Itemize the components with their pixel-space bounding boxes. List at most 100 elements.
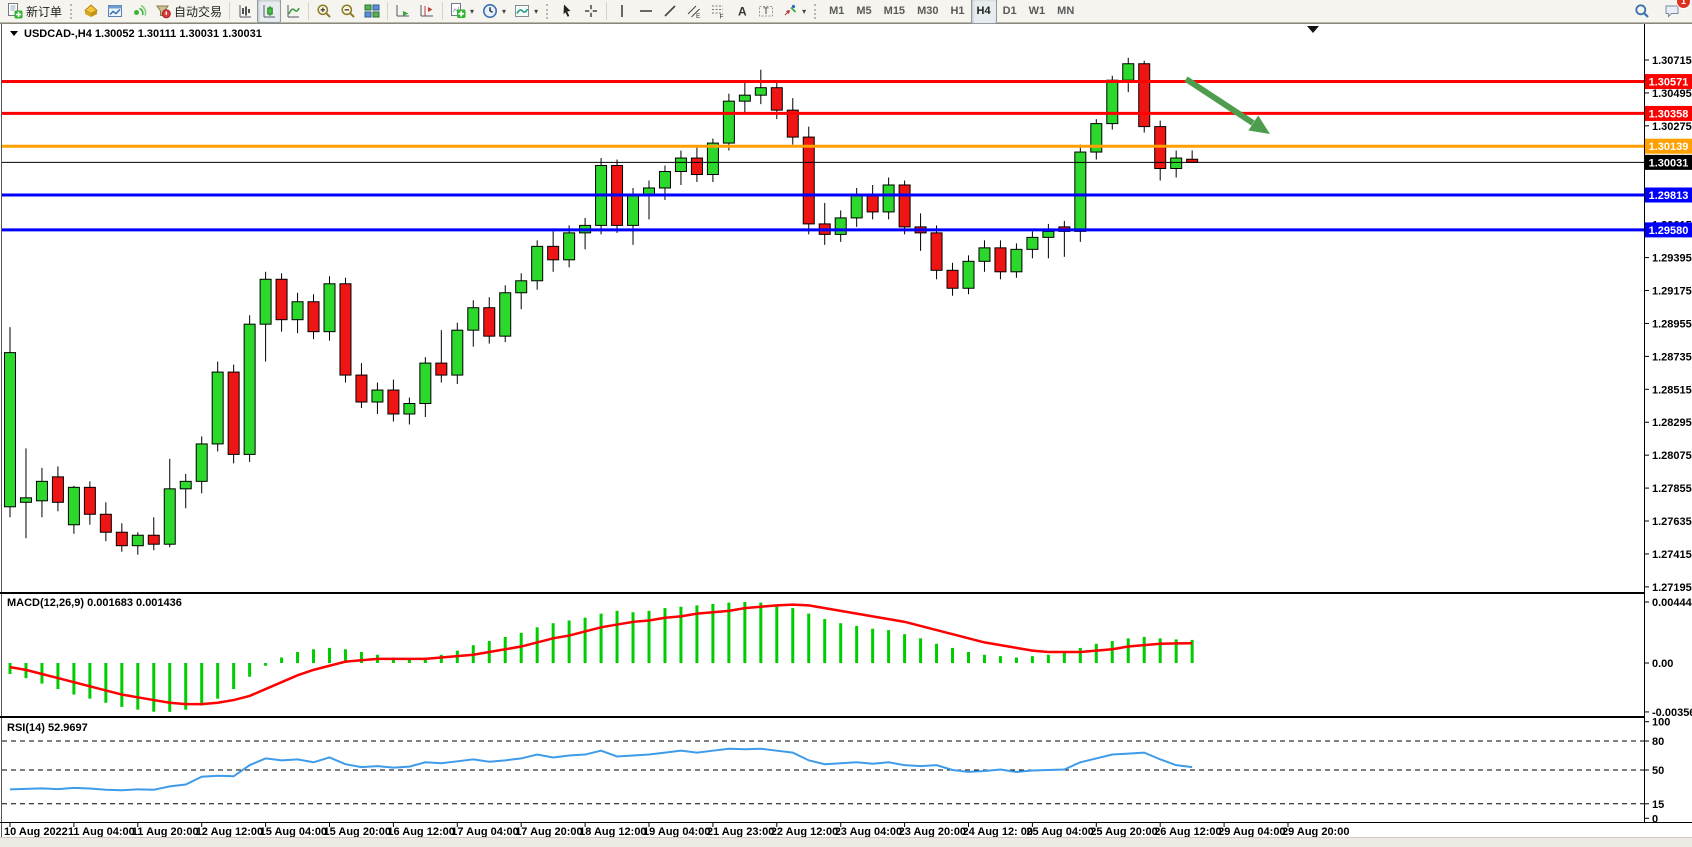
arrows-button[interactable]: ▾ bbox=[778, 0, 810, 23]
periods-button[interactable]: ▾ bbox=[478, 0, 510, 23]
line-chart-button[interactable] bbox=[281, 0, 305, 23]
timeframe-button-h1[interactable]: H1 bbox=[944, 0, 970, 24]
macd-histogram-bar bbox=[1015, 658, 1018, 663]
macd-histogram-bar bbox=[88, 663, 91, 699]
macd-histogram-bar bbox=[280, 658, 283, 663]
text-label-button[interactable]: T bbox=[754, 0, 778, 23]
macd-histogram-bar bbox=[1127, 638, 1130, 663]
price-tick-label: 1.30275 bbox=[1652, 121, 1692, 133]
signals-button[interactable] bbox=[127, 0, 151, 23]
price-level-badge-label: 1.30358 bbox=[1649, 108, 1689, 120]
macd-histogram-bar bbox=[887, 630, 890, 663]
bear-candle bbox=[340, 284, 351, 375]
macd-histogram-bar bbox=[1063, 652, 1066, 663]
clock-icon bbox=[482, 3, 498, 19]
line-chart-icon bbox=[285, 3, 301, 19]
timeframe-button-w1[interactable]: W1 bbox=[1023, 0, 1052, 24]
text-button[interactable]: A bbox=[730, 0, 754, 23]
market-window-button[interactable] bbox=[103, 0, 127, 23]
bear-candle bbox=[100, 514, 111, 532]
bull-candle bbox=[516, 281, 527, 293]
bar-chart-button[interactable] bbox=[233, 0, 257, 23]
trendline-button[interactable] bbox=[658, 0, 682, 23]
bar-chart-icon bbox=[237, 3, 253, 19]
macd-histogram-bar bbox=[648, 611, 651, 663]
macd-histogram-bar bbox=[312, 649, 315, 663]
candlestick-button[interactable] bbox=[257, 0, 281, 23]
bull-candle bbox=[20, 498, 31, 502]
vertical-line-button[interactable] bbox=[610, 0, 634, 23]
chart-shift-button[interactable] bbox=[415, 0, 439, 23]
fibonacci-button[interactable]: F bbox=[706, 0, 730, 23]
price-tick-label: 1.29175 bbox=[1652, 286, 1692, 298]
price-tick-label: 1.27415 bbox=[1652, 549, 1692, 561]
zoom-out-button[interactable] bbox=[336, 0, 360, 23]
macd-histogram-bar bbox=[184, 663, 187, 710]
bear-candle bbox=[228, 372, 239, 454]
macd-axis-label: 0.004446 bbox=[1652, 597, 1692, 609]
chevron-down-icon[interactable]: ▾ bbox=[470, 7, 474, 16]
indicators-button[interactable]: ▾ bbox=[446, 0, 478, 23]
search-icon bbox=[1634, 3, 1650, 19]
macd-histogram-bar bbox=[264, 663, 267, 666]
bull-candle bbox=[324, 284, 335, 332]
timeframe-button-mn[interactable]: MN bbox=[1051, 0, 1080, 24]
macd-histogram-bar bbox=[807, 614, 810, 663]
bear-candle bbox=[84, 487, 95, 514]
tile-windows-button[interactable] bbox=[360, 0, 384, 23]
auto-scroll-button[interactable] bbox=[391, 0, 415, 23]
timeframe-button-m1[interactable]: M1 bbox=[823, 0, 850, 24]
timeframe-button-m15[interactable]: M15 bbox=[878, 0, 911, 24]
timeframe-button-d1[interactable]: D1 bbox=[997, 0, 1023, 24]
charts-stack-button[interactable] bbox=[79, 0, 103, 23]
equidistant-channel-button[interactable]: E bbox=[682, 0, 706, 23]
price-tick-label: 1.27635 bbox=[1652, 516, 1692, 528]
macd-histogram-bar bbox=[584, 618, 587, 663]
bull-candle bbox=[1091, 124, 1102, 152]
crosshair-button[interactable] bbox=[579, 0, 603, 23]
timeframe-button-h4[interactable]: H4 bbox=[971, 0, 997, 24]
horizontal-line-button[interactable] bbox=[634, 0, 658, 23]
templates-button[interactable]: ▾ bbox=[510, 0, 542, 23]
macd-histogram-bar bbox=[1159, 638, 1162, 663]
template-icon bbox=[514, 3, 530, 19]
bull-candle bbox=[404, 404, 415, 414]
bear-candle bbox=[356, 375, 367, 402]
macd-histogram-bar bbox=[775, 605, 778, 663]
signal-icon bbox=[131, 3, 147, 19]
rsi-title: RSI(14) 52.9697 bbox=[7, 722, 88, 734]
tile-windows-icon bbox=[364, 3, 380, 19]
bull-candle bbox=[260, 279, 271, 324]
autotrading-button-label: 自动交易 bbox=[174, 3, 222, 20]
bear-candle bbox=[308, 302, 319, 332]
bull-candle bbox=[244, 324, 255, 454]
bull-candle bbox=[883, 185, 894, 212]
autotrading-button[interactable]: 自动交易 bbox=[151, 0, 226, 23]
bull-candle bbox=[628, 195, 639, 225]
bull-candle bbox=[532, 246, 543, 280]
price-level-badge-label: 1.30139 bbox=[1649, 141, 1689, 153]
bull-candle bbox=[1043, 231, 1054, 237]
chevron-down-icon[interactable]: ▾ bbox=[502, 7, 506, 16]
chevron-down-icon[interactable]: ▾ bbox=[534, 7, 538, 16]
price-level-badge-label: 1.30571 bbox=[1649, 77, 1689, 89]
toolbar-separator bbox=[546, 4, 551, 19]
bull-candle bbox=[835, 218, 846, 234]
bull-candle bbox=[1171, 158, 1182, 168]
macd-histogram-bar bbox=[552, 623, 555, 663]
bull-candle bbox=[292, 302, 303, 320]
chevron-down-icon[interactable]: ▾ bbox=[802, 7, 806, 16]
timeframe-button-m30[interactable]: M30 bbox=[911, 0, 944, 24]
cursor-button[interactable] bbox=[555, 0, 579, 23]
svg-text:T: T bbox=[763, 6, 769, 16]
chart-area[interactable]: 1.307151.304951.302751.300551.298351.296… bbox=[0, 0, 1692, 846]
timeframe-button-m5[interactable]: M5 bbox=[850, 0, 877, 24]
rsi-axis-label: 15 bbox=[1652, 799, 1664, 811]
notification-badge[interactable]: 1 bbox=[1676, 0, 1691, 9]
bear-candle bbox=[52, 477, 63, 502]
bull-candle bbox=[1075, 152, 1086, 231]
macd-histogram-bar bbox=[743, 602, 746, 663]
zoom-in-button[interactable] bbox=[312, 0, 336, 23]
search-button[interactable] bbox=[1630, 0, 1654, 23]
new-order-button[interactable]: 新订单 bbox=[3, 0, 66, 23]
